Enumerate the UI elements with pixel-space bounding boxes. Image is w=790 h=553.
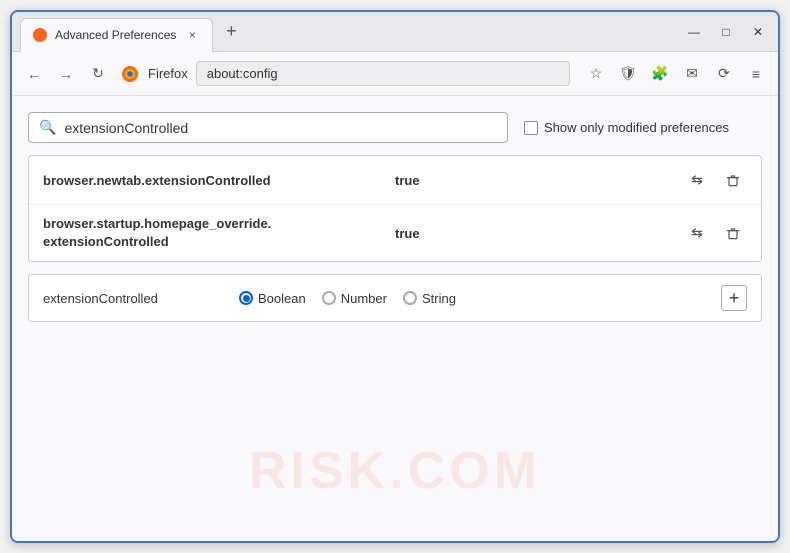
results-table: browser.newtab.extensionControlled true (28, 155, 762, 262)
sync-icon[interactable]: ⟳ (710, 60, 738, 88)
bookmark-icon[interactable]: ☆ (582, 60, 610, 88)
radio-string[interactable]: String (403, 291, 456, 306)
tab-favicon (33, 28, 47, 42)
nav-icons: ☆ 🛡 🧩 ✉ ⟳ ≡ (582, 60, 770, 88)
row-actions-1 (683, 166, 747, 194)
show-modified-container: Show only modified preferences (524, 120, 729, 135)
reset-icon-2 (689, 225, 705, 241)
show-modified-label: Show only modified preferences (544, 120, 729, 135)
radio-boolean-label: Boolean (258, 291, 306, 306)
menu-icon[interactable]: ≡ (742, 60, 770, 88)
reset-button-2[interactable] (683, 219, 711, 247)
tab-close-button[interactable]: × (184, 27, 200, 43)
add-preference-button[interactable]: + (721, 285, 747, 311)
table-row: browser.startup.homepage_override. exten… (29, 205, 761, 261)
maximize-button[interactable]: □ (714, 20, 738, 44)
table-row: browser.newtab.extensionControlled true (29, 156, 761, 205)
delete-button-2[interactable] (719, 219, 747, 247)
radio-number[interactable]: Number (322, 291, 387, 306)
minimize-button[interactable]: — (682, 20, 706, 44)
close-button[interactable]: ✕ (746, 20, 770, 44)
search-box[interactable]: 🔍 extensionControlled (28, 112, 508, 143)
extension-icon[interactable]: 🧩 (646, 60, 674, 88)
watermark: RISK.COM (249, 441, 541, 501)
add-pref-row: extensionControlled Boolean Number Strin… (28, 274, 762, 322)
browser-window: Advanced Preferences × + — □ ✕ ← → ↻ Fir… (10, 10, 780, 543)
radio-string-circle[interactable] (403, 291, 417, 305)
search-input[interactable]: extensionControlled (64, 120, 497, 136)
back-button[interactable]: ← (20, 60, 48, 88)
radio-number-label: Number (341, 291, 387, 306)
pref-value-1: true (395, 173, 671, 188)
radio-number-circle[interactable] (322, 291, 336, 305)
reset-button-1[interactable] (683, 166, 711, 194)
delete-icon (725, 172, 741, 188)
add-pref-name: extensionControlled (43, 291, 223, 306)
delete-icon-2 (725, 225, 741, 241)
forward-button[interactable]: → (52, 60, 80, 88)
window-controls: — □ ✕ (682, 20, 770, 44)
reload-button[interactable]: ↻ (84, 60, 112, 88)
show-modified-checkbox[interactable] (524, 121, 538, 135)
firefox-logo-icon (120, 64, 140, 84)
browser-name: Firefox (148, 66, 188, 81)
shield-icon[interactable]: 🛡 (614, 60, 642, 88)
pref-name-1: browser.newtab.extensionControlled (43, 173, 383, 188)
pref-value-2: true (395, 226, 671, 241)
content-area: RISK.COM 🔍 extensionControlled Show only… (12, 96, 778, 541)
radio-group: Boolean Number String (239, 291, 705, 306)
tab-title: Advanced Preferences (55, 28, 176, 42)
reset-icon (689, 172, 705, 188)
browser-tab[interactable]: Advanced Preferences × (20, 18, 213, 52)
delete-button-1[interactable] (719, 166, 747, 194)
nav-bar: ← → ↻ Firefox about:config ☆ 🛡 🧩 ✉ ⟳ ≡ (12, 52, 778, 96)
radio-boolean-circle[interactable] (239, 291, 253, 305)
search-icon: 🔍 (39, 119, 56, 136)
radio-boolean[interactable]: Boolean (239, 291, 306, 306)
radio-string-label: String (422, 291, 456, 306)
address-text: about:config (207, 66, 278, 81)
new-tab-button[interactable]: + (217, 18, 245, 46)
address-bar[interactable]: about:config (196, 61, 570, 86)
title-bar: Advanced Preferences × + — □ ✕ (12, 12, 778, 52)
search-row: 🔍 extensionControlled Show only modified… (28, 112, 762, 143)
row-actions-2 (683, 219, 747, 247)
mail-icon[interactable]: ✉ (678, 60, 706, 88)
pref-name-2: browser.startup.homepage_override. exten… (43, 215, 383, 251)
